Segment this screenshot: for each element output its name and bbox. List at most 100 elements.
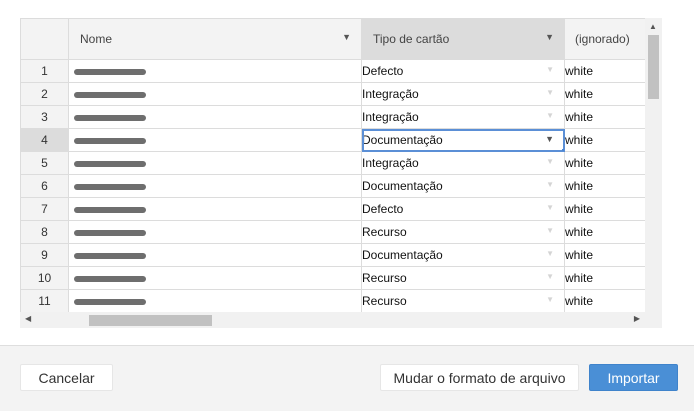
cell-dropdown-icon[interactable]: ▼	[546, 157, 554, 166]
name-cell[interactable]	[68, 266, 362, 290]
card-type-cell[interactable]: Documentação ▼	[361, 243, 565, 267]
table-row: 3 Integração ▼ white	[20, 105, 646, 129]
row-number-header	[20, 18, 69, 60]
data-table: Nome ▼ Tipo de cartão ▼ (ignorado) 1 Defe…	[20, 18, 646, 313]
cell-dropdown-icon[interactable]: ▼	[546, 249, 554, 258]
card-type-value: Recurso	[362, 271, 407, 285]
card-type-value: Integração	[362, 110, 419, 124]
redacted-name	[74, 68, 146, 75]
row-number: 9	[20, 243, 69, 267]
horizontal-scroll-thumb[interactable]	[89, 315, 212, 326]
redacted-name	[74, 229, 146, 236]
ignored-cell[interactable]: white	[564, 128, 646, 152]
ignored-cell[interactable]: white	[564, 151, 646, 175]
card-type-value: Recurso	[362, 294, 407, 308]
cell-dropdown-icon[interactable]: ▼	[545, 134, 554, 144]
card-type-cell[interactable]: Recurso ▼	[361, 266, 565, 290]
cancel-button[interactable]: Cancelar	[20, 364, 113, 391]
card-type-value: Defecto	[362, 202, 404, 216]
redacted-name	[74, 206, 146, 213]
cell-dropdown-icon[interactable]: ▼	[546, 180, 554, 189]
name-cell[interactable]	[68, 128, 362, 152]
redacted-name	[74, 91, 146, 98]
row-number: 2	[20, 82, 69, 106]
cell-dropdown-icon[interactable]: ▼	[546, 272, 554, 281]
card-type-value: Integração	[362, 156, 419, 170]
name-cell[interactable]	[68, 220, 362, 244]
card-type-cell[interactable]: Documentação ▼	[361, 174, 565, 198]
column-header-type[interactable]: Tipo de cartão ▼	[361, 18, 565, 60]
cell-dropdown-icon[interactable]: ▼	[546, 88, 554, 97]
cell-dropdown-icon[interactable]: ▼	[546, 203, 554, 212]
header-row: Nome ▼ Tipo de cartão ▼ (ignorado)	[20, 18, 646, 60]
dialog-footer: Cancelar Mudar o formato de arquivo Impo…	[0, 345, 694, 411]
name-cell[interactable]	[68, 243, 362, 267]
redacted-name	[74, 252, 146, 259]
redacted-name	[74, 137, 146, 144]
name-cell[interactable]	[68, 289, 362, 313]
column-dropdown-icon[interactable]: ▼	[545, 32, 554, 42]
card-type-value: Recurso	[362, 225, 407, 239]
row-number: 11	[20, 289, 69, 313]
ignored-cell[interactable]: white	[564, 105, 646, 129]
ignored-cell[interactable]: white	[564, 59, 646, 83]
row-number: 8	[20, 220, 69, 244]
column-header-name[interactable]: Nome ▼	[68, 18, 362, 60]
name-cell[interactable]	[68, 105, 362, 129]
card-type-cell[interactable]: Recurso ▼	[361, 220, 565, 244]
row-number: 1	[20, 59, 69, 83]
card-type-cell[interactable]: Documentação ▼	[361, 128, 565, 152]
name-cell[interactable]	[68, 59, 362, 83]
vertical-scrollbar[interactable]: ▲	[645, 18, 662, 312]
table-row: 2 Integração ▼ white	[20, 82, 646, 106]
name-cell[interactable]	[68, 82, 362, 106]
row-number: 3	[20, 105, 69, 129]
table-row: 9 Documentação ▼ white	[20, 243, 646, 267]
row-number: 10	[20, 266, 69, 290]
ignored-cell[interactable]: white	[564, 82, 646, 106]
table-row: 11 Recurso ▼ white	[20, 289, 646, 313]
ignored-cell[interactable]: white	[564, 220, 646, 244]
redacted-name	[74, 275, 146, 282]
redacted-name	[74, 114, 146, 121]
card-type-cell[interactable]: Recurso ▼	[361, 289, 565, 313]
horizontal-scrollbar[interactable]: ◀ ▶	[20, 312, 645, 328]
ignored-cell[interactable]: white	[564, 289, 646, 313]
card-type-value: Documentação	[362, 248, 443, 262]
name-cell[interactable]	[68, 151, 362, 175]
cell-dropdown-icon[interactable]: ▼	[546, 295, 554, 304]
card-type-cell[interactable]: Defecto ▼	[361, 197, 565, 221]
column-dropdown-icon[interactable]: ▼	[342, 32, 351, 42]
cell-dropdown-icon[interactable]: ▼	[546, 65, 554, 74]
redacted-name	[74, 183, 146, 190]
scroll-left-icon[interactable]: ◀	[25, 314, 31, 323]
card-type-cell[interactable]: Integração ▼	[361, 151, 565, 175]
change-file-format-button[interactable]: Mudar o formato de arquivo	[380, 364, 579, 391]
import-button[interactable]: Importar	[589, 364, 678, 391]
name-cell[interactable]	[68, 197, 362, 221]
row-number: 7	[20, 197, 69, 221]
card-type-value: Defecto	[362, 64, 404, 78]
scroll-up-icon[interactable]: ▲	[649, 22, 657, 31]
card-type-value: Integração	[362, 87, 419, 101]
vertical-scroll-thumb[interactable]	[648, 35, 659, 99]
redacted-name	[74, 298, 146, 305]
card-type-value: Documentação	[362, 133, 443, 147]
cell-dropdown-icon[interactable]: ▼	[546, 226, 554, 235]
row-number: 4	[20, 128, 69, 152]
card-type-cell[interactable]: Defecto ▼	[361, 59, 565, 83]
card-type-cell[interactable]: Integração ▼	[361, 105, 565, 129]
column-header-ignored[interactable]: (ignorado)	[564, 18, 646, 60]
cell-dropdown-icon[interactable]: ▼	[546, 111, 554, 120]
table-body: 1 Defecto ▼ white 2 Integração ▼ white 3 Integraç…	[20, 59, 646, 313]
name-cell[interactable]	[68, 174, 362, 198]
ignored-cell[interactable]: white	[564, 174, 646, 198]
ignored-cell[interactable]: white	[564, 243, 646, 267]
card-type-cell[interactable]: Integração ▼	[361, 82, 565, 106]
table-row: 7 Defecto ▼ white	[20, 197, 646, 221]
scroll-right-icon[interactable]: ▶	[634, 314, 640, 323]
column-header-ignored-label: (ignorado)	[575, 32, 630, 46]
ignored-cell[interactable]: white	[564, 266, 646, 290]
card-type-value: Documentação	[362, 179, 443, 193]
ignored-cell[interactable]: white	[564, 197, 646, 221]
